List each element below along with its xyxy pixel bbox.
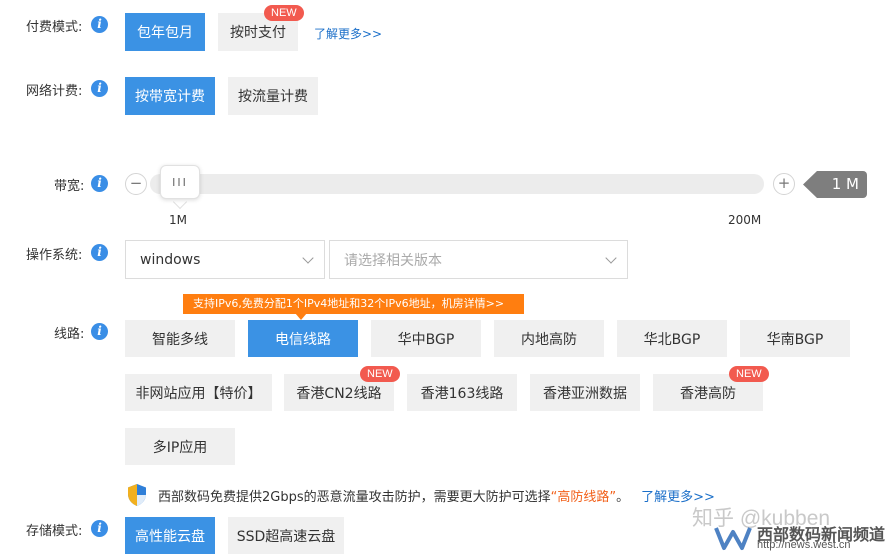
storage-label: 存储模式: — [26, 524, 83, 539]
line-option-telecom[interactable]: 电信线路 — [248, 320, 358, 357]
shield-icon — [128, 484, 146, 506]
note-suffix: 。 — [616, 490, 630, 505]
payment-learn-more-link[interactable]: 了解更多>> — [314, 25, 382, 42]
network-billing-label: 网络计费: — [26, 84, 83, 99]
os-select-value: windows — [140, 251, 201, 268]
line-option-smart-multi[interactable]: 智能多线 — [125, 320, 235, 357]
line-option-hk-163[interactable]: 香港163线路 — [407, 374, 517, 411]
network-option-bandwidth[interactable]: 按带宽计费 — [125, 77, 215, 115]
tooltip-pointer — [295, 313, 307, 320]
os-version-placeholder: 请选择相关版本 — [344, 252, 442, 269]
payment-option-annual[interactable]: 包年包月 — [125, 13, 205, 51]
info-icon[interactable]: i — [91, 520, 108, 537]
line-option-multi-ip[interactable]: 多IP应用 — [125, 428, 235, 465]
bandwidth-value-display: 1 M — [803, 171, 867, 198]
bandwidth-slider-thumb[interactable]: III — [160, 165, 200, 199]
line-option-non-web-special[interactable]: 非网站应用【特价】 — [125, 374, 272, 411]
note-text: 西部数码免费提供2Gbps的恶意流量攻击防护，需要更大防护可选择 — [158, 490, 551, 505]
new-badge: NEW — [360, 366, 400, 382]
bandwidth-max-label: 200M — [728, 213, 762, 227]
info-icon[interactable]: i — [91, 16, 108, 33]
storage-option-high-performance[interactable]: 高性能云盘 — [125, 517, 215, 554]
bandwidth-slider-track[interactable] — [150, 174, 764, 194]
info-icon[interactable]: i — [91, 175, 108, 192]
ddos-protection-note: 西部数码免费提供2Gbps的恶意流量攻击防护，需要更大防护可选择“高防线路”。了… — [158, 486, 715, 505]
bandwidth-min-label: 1M — [169, 213, 187, 227]
os-label: 操作系统: — [26, 248, 83, 263]
chevron-down-icon — [302, 252, 314, 264]
storage-option-ssd[interactable]: SSD超高速云盘 — [228, 517, 344, 554]
new-badge: NEW — [729, 366, 769, 382]
minus-icon[interactable]: − — [125, 173, 147, 195]
west-logo-icon — [714, 527, 752, 550]
bandwidth-label: 带宽: — [54, 179, 85, 194]
ddos-line-highlight[interactable]: “高防线路” — [551, 490, 616, 505]
network-option-traffic[interactable]: 按流量计费 — [228, 77, 318, 115]
line-option-north-bgp[interactable]: 华北BGP — [617, 320, 727, 357]
chevron-down-icon — [605, 252, 617, 264]
new-badge: NEW — [264, 5, 304, 21]
info-icon[interactable]: i — [91, 323, 108, 340]
plus-icon[interactable]: + — [773, 173, 795, 195]
os-select[interactable]: windows — [125, 240, 325, 279]
info-icon[interactable]: i — [91, 244, 108, 261]
line-tooltip[interactable]: 支持IPv6,免费分配1个IPv4地址和32个IPv6地址，机房详情>> — [183, 294, 524, 314]
west-url-watermark: http://news.west.cn — [757, 539, 851, 551]
line-option-south-bgp[interactable]: 华南BGP — [740, 320, 850, 357]
line-label: 线路: — [54, 327, 85, 342]
line-option-hk-asia-data[interactable]: 香港亚洲数据 — [530, 374, 640, 411]
line-option-central-bgp[interactable]: 华中BGP — [371, 320, 481, 357]
line-option-mainland-ddos[interactable]: 内地高防 — [494, 320, 604, 357]
payment-mode-label: 付费模式: — [26, 20, 83, 35]
os-version-select[interactable]: 请选择相关版本 — [329, 240, 628, 279]
info-icon[interactable]: i — [91, 80, 108, 97]
